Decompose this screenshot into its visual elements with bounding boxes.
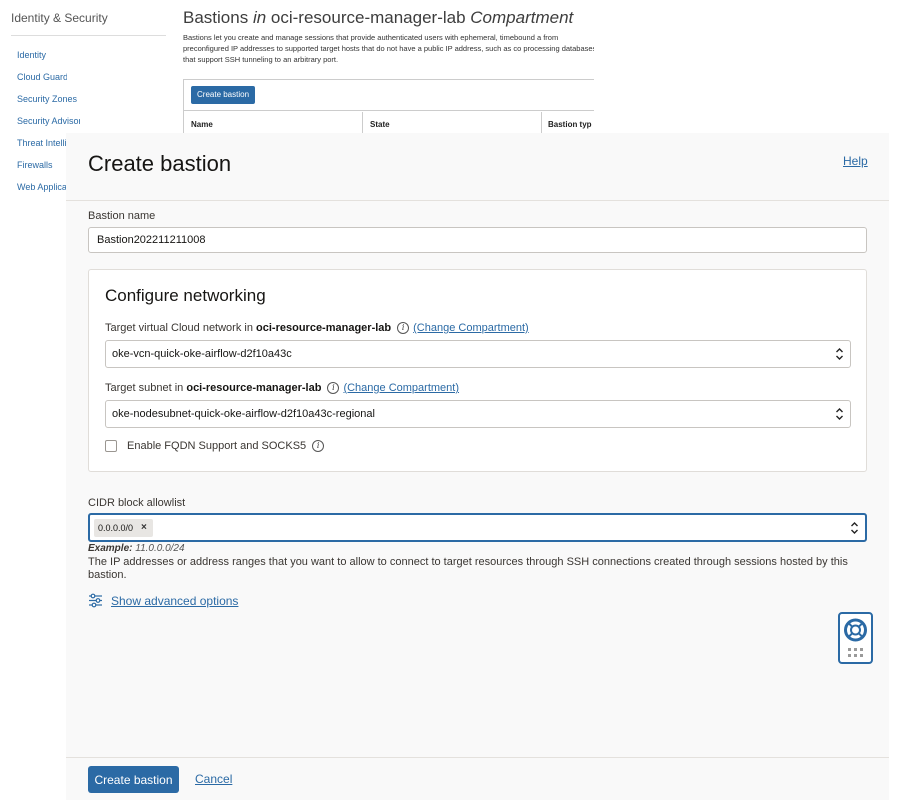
sidebar-divider [11, 35, 166, 36]
page-title: Bastions in oci-resource-manager-lab Com… [183, 8, 573, 28]
sidebar-item-threat-intelligence[interactable]: Threat Intelli [17, 138, 67, 148]
vcn-label-compartment: oci-resource-manager-lab [256, 322, 392, 334]
vcn-select[interactable]: oke-vcn-quick-oke-airflow-d2f10a43c [105, 340, 851, 368]
show-advanced-options-link[interactable]: Show advanced options [88, 593, 238, 608]
sidebar-item-security-advisor[interactable]: Security Advisor [17, 116, 80, 126]
create-bastion-bg-button[interactable]: Create bastion [191, 86, 256, 104]
sidebar-item-security-zones[interactable]: Security Zones [17, 94, 80, 104]
up-down-chevron-icon [836, 348, 843, 360]
column-header-bastion-type[interactable]: Bastion typ [548, 120, 592, 129]
fqdn-checkbox-label[interactable]: Enable FQDN Support and SOCKS5 [127, 440, 306, 452]
up-down-chevron-icon[interactable] [850, 520, 859, 536]
header-divider [66, 200, 889, 201]
cidr-label: CIDR block allowlist [88, 497, 186, 509]
sidebar-item-firewalls[interactable]: Firewalls [17, 160, 67, 170]
footer-divider [66, 757, 889, 758]
page-title-suffix: Compartment [470, 8, 574, 27]
column-header-name[interactable]: Name [191, 120, 213, 129]
page-title-prefix: Bastions [183, 8, 249, 27]
sidebar-item-cloud-guard[interactable]: Cloud Guard [17, 72, 67, 82]
background-main: Bastions in oci-resource-manager-lab Com… [183, 0, 594, 133]
configure-networking-section: Configure networking Target virtual Clou… [88, 269, 867, 472]
sidebar-title: Identity & Security [11, 11, 108, 25]
vcn-change-compartment-link[interactable]: (Change Compartment) [413, 322, 529, 334]
column-separator [362, 112, 363, 133]
create-bastion-panel: Create bastion Help Bastion name Bastion… [66, 133, 889, 800]
column-separator [541, 112, 542, 133]
cidr-chip-value: 0.0.0.0/0 [98, 523, 134, 533]
subnet-label: Target subnet in oci-resource-manager-la… [105, 382, 459, 394]
cidr-allowlist-input[interactable]: 0.0.0.0/0 × [88, 513, 867, 542]
cidr-help-text: The IP addresses or address ranges that … [88, 556, 848, 581]
create-bastion-button[interactable]: Create bastion [88, 766, 179, 793]
bastions-table: Create bastion Name State Bastion typ [183, 79, 594, 133]
up-down-chevron-icon [836, 408, 843, 420]
bastion-name-value: Bastion202211211008 [97, 234, 206, 246]
networking-title: Configure networking [105, 286, 266, 305]
info-icon[interactable]: i [397, 322, 410, 334]
info-icon[interactable]: i [327, 382, 340, 394]
subnet-label-prefix: Target subnet in [105, 382, 184, 394]
bastion-name-label: Bastion name [88, 210, 156, 222]
fqdn-checkbox[interactable] [105, 440, 117, 452]
example-label: Example: [88, 543, 133, 554]
info-icon[interactable]: i [312, 440, 325, 452]
chip-remove-icon[interactable]: × [141, 519, 147, 537]
lifebuoy-icon [844, 618, 867, 657]
subnet-select-value: oke-nodesubnet-quick-oke-airflow-d2f10a4… [112, 408, 375, 420]
cidr-example: Example: 11.0.0.0/24 [88, 543, 185, 554]
sidebar-item-identity[interactable]: Identity [17, 50, 67, 60]
fqdn-checkbox-row: Enable FQDN Support and SOCKS5 i [105, 440, 328, 452]
help-widget[interactable] [838, 612, 873, 664]
sidebar-item-web-application[interactable]: Web Applica [17, 182, 67, 192]
bastion-name-input[interactable]: Bastion202211211008 [88, 227, 867, 253]
help-link[interactable]: Help [843, 154, 868, 168]
subnet-select[interactable]: oke-nodesubnet-quick-oke-airflow-d2f10a4… [105, 400, 851, 428]
example-value: 11.0.0.0/24 [135, 543, 185, 554]
cancel-button[interactable]: Cancel [195, 772, 232, 786]
page-title-in: in [252, 8, 267, 27]
sliders-icon [89, 593, 102, 608]
table-divider [184, 110, 594, 111]
page-description: Bastions let you create and manage sessi… [183, 33, 594, 64]
column-header-state[interactable]: State [370, 120, 390, 129]
subnet-label-compartment: oci-resource-manager-lab [186, 382, 322, 394]
vcn-label: Target virtual Cloud network in oci-reso… [105, 322, 529, 334]
cidr-chip: 0.0.0.0/0 × [94, 519, 153, 537]
page-title-compartment: oci-resource-manager-lab [270, 8, 466, 27]
panel-title: Create bastion [88, 151, 232, 176]
vcn-label-prefix: Target virtual Cloud network in [105, 322, 253, 334]
advanced-options-label: Show advanced options [111, 593, 239, 608]
vcn-select-value: oke-vcn-quick-oke-airflow-d2f10a43c [112, 348, 292, 360]
subnet-change-compartment-link[interactable]: (Change Compartment) [343, 382, 459, 394]
